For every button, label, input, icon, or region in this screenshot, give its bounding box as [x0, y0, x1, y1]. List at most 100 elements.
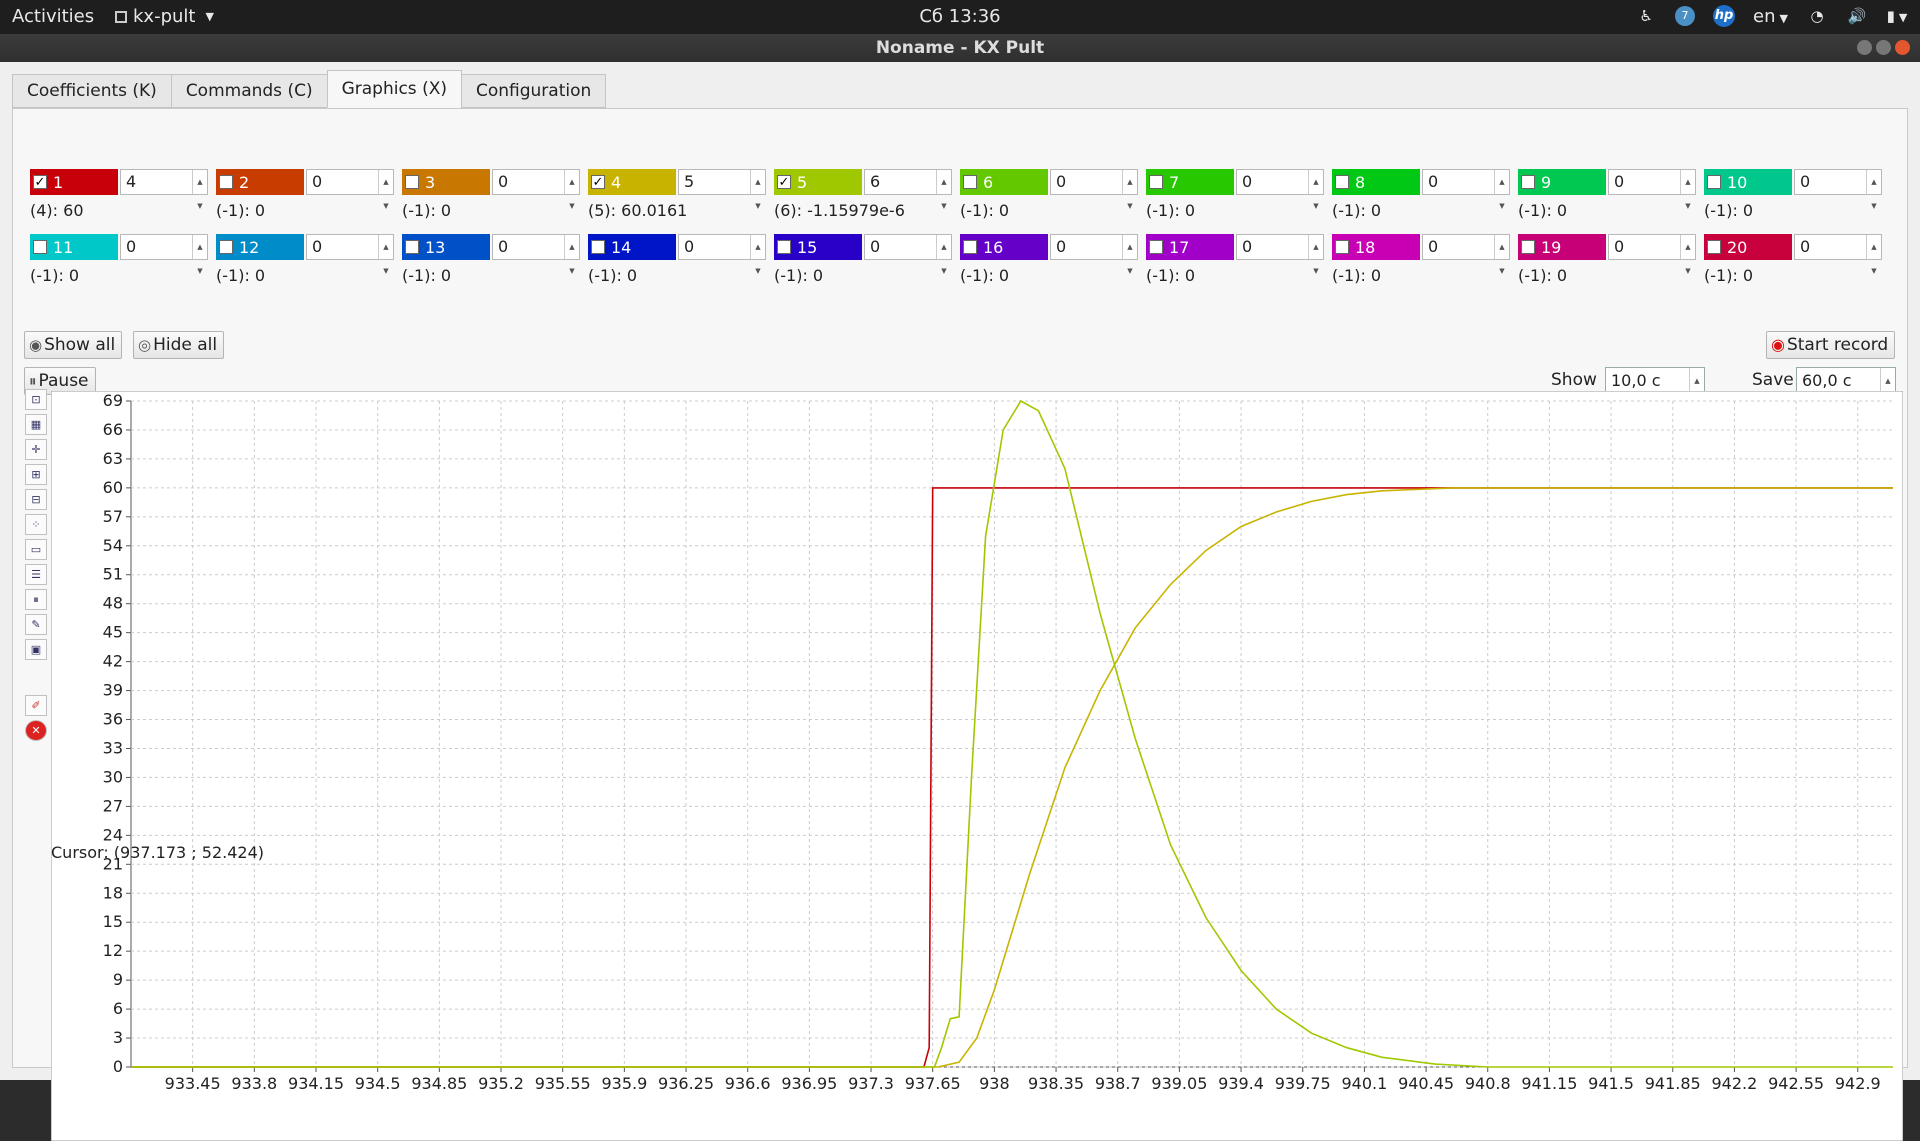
- channel-index-input[interactable]: 0 ▲ ▼: [1794, 234, 1882, 275]
- spin-arrows-icon[interactable]: ▲▼: [1680, 235, 1695, 275]
- channel-toggle[interactable]: 8: [1332, 169, 1420, 195]
- channel-checkbox[interactable]: [1707, 240, 1721, 254]
- channel-index-input[interactable]: 0 ▲ ▼: [1794, 169, 1882, 210]
- channel-index-input[interactable]: 0 ▲ ▼: [492, 234, 580, 275]
- spin-arrows-icon[interactable]: ▲▼: [1494, 170, 1509, 210]
- channel-index-input[interactable]: 0 ▲ ▼: [1050, 169, 1138, 210]
- maximize-button[interactable]: [1876, 40, 1891, 55]
- spin-arrows-icon[interactable]: ▲▼: [1494, 235, 1509, 275]
- tab-configuration[interactable]: Configuration: [460, 74, 607, 108]
- grid-icon[interactable]: ▦: [25, 414, 47, 435]
- channel-checkbox[interactable]: [405, 175, 419, 189]
- spin-arrows-icon[interactable]: ▲▼: [192, 235, 207, 275]
- channel-toggle[interactable]: 14: [588, 234, 676, 260]
- channel-toggle[interactable]: ✓ 4: [588, 169, 676, 195]
- spin-arrows-icon[interactable]: ▲▼: [750, 170, 765, 210]
- tab-coefficients[interactable]: Coefficients (K): [12, 74, 172, 108]
- channel-toggle[interactable]: 2: [216, 169, 304, 195]
- spin-arrows-icon[interactable]: ▲▼: [1866, 235, 1881, 275]
- notification-badge[interactable]: 7: [1675, 6, 1696, 26]
- channel-toggle[interactable]: 19: [1518, 234, 1606, 260]
- spin-arrows-icon[interactable]: ▲▼: [1122, 170, 1137, 210]
- start-record-button[interactable]: ◉ Start record: [1766, 331, 1896, 359]
- battery-icon[interactable]: ▮ ▼: [1886, 5, 1908, 27]
- channel-index-input[interactable]: 0 ▲ ▼: [1236, 234, 1324, 275]
- channel-toggle[interactable]: 16: [960, 234, 1048, 260]
- channel-toggle[interactable]: 10: [1704, 169, 1792, 195]
- channel-index-input[interactable]: 5 ▲ ▼: [678, 169, 766, 210]
- channel-toggle[interactable]: 18: [1332, 234, 1420, 260]
- channel-toggle[interactable]: ✓ 5: [774, 169, 862, 195]
- volume-icon[interactable]: 🔊: [1846, 5, 1868, 27]
- channel-toggle[interactable]: 13: [402, 234, 490, 260]
- channel-toggle[interactable]: 7: [1146, 169, 1234, 195]
- channel-toggle[interactable]: ✓ 1: [30, 169, 118, 195]
- close-button[interactable]: [1895, 40, 1910, 55]
- channel-index-input[interactable]: 0 ▲ ▼: [306, 169, 394, 210]
- spin-arrows-icon[interactable]: ▲▼: [564, 170, 579, 210]
- hp-icon[interactable]: hp: [1713, 5, 1736, 27]
- spin-arrows-icon[interactable]: ▲▼: [1308, 235, 1323, 275]
- channel-index-input[interactable]: 0 ▲ ▼: [1050, 234, 1138, 275]
- channel-checkbox[interactable]: [405, 240, 419, 254]
- wifi-icon[interactable]: ◔: [1806, 5, 1828, 27]
- channel-checkbox[interactable]: [963, 240, 977, 254]
- zoom-icon[interactable]: ⊡: [25, 389, 47, 410]
- spin-arrows-icon[interactable]: ▲▼: [1866, 170, 1881, 210]
- channel-checkbox[interactable]: [1335, 240, 1349, 254]
- spin-arrows-icon[interactable]: ▲▼: [936, 235, 951, 275]
- channel-checkbox[interactable]: [963, 175, 977, 189]
- channel-index-input[interactable]: 4 ▲ ▼: [120, 169, 208, 210]
- show-all-button[interactable]: ◉ Show all: [24, 331, 123, 359]
- channel-checkbox[interactable]: ✓: [33, 175, 47, 189]
- channel-index-input[interactable]: 0 ▲ ▼: [492, 169, 580, 210]
- spin-arrows-icon[interactable]: ▲▼: [1122, 235, 1137, 275]
- accessibility-icon[interactable]: ♿▼: [1635, 5, 1657, 46]
- channel-toggle[interactable]: 17: [1146, 234, 1234, 260]
- autoscale-icon[interactable]: ⊟: [25, 489, 47, 510]
- channel-checkbox[interactable]: [33, 240, 47, 254]
- spin-arrows-icon[interactable]: ▲▼: [564, 235, 579, 275]
- channel-index-input[interactable]: 0 ▲ ▼: [120, 234, 208, 275]
- spin-arrows-icon[interactable]: ▲▼: [378, 170, 393, 210]
- crosshair-icon[interactable]: ✛: [25, 439, 47, 460]
- pause-plot-icon[interactable]: ⏸: [25, 589, 47, 610]
- minimize-button[interactable]: [1857, 40, 1872, 55]
- clear-icon[interactable]: ✐: [25, 695, 47, 716]
- channel-index-input[interactable]: 0 ▲ ▼: [306, 234, 394, 275]
- channel-toggle[interactable]: 15: [774, 234, 862, 260]
- spin-arrows-icon[interactable]: ▲▼: [936, 170, 951, 210]
- channel-index-input[interactable]: 0 ▲ ▼: [1422, 234, 1510, 275]
- channel-checkbox[interactable]: [1149, 175, 1163, 189]
- channel-checkbox[interactable]: [591, 240, 605, 254]
- clock[interactable]: Сб 13:36: [0, 6, 1920, 27]
- spin-arrows-icon[interactable]: ▲▼: [750, 235, 765, 275]
- channel-index-input[interactable]: 0 ▲ ▼: [678, 234, 766, 275]
- tab-commands[interactable]: Commands (C): [170, 74, 328, 108]
- spin-arrows-icon[interactable]: ▲▼: [192, 170, 207, 210]
- channel-checkbox[interactable]: ✓: [591, 175, 605, 189]
- channel-checkbox[interactable]: [777, 240, 791, 254]
- spin-arrows-icon[interactable]: ▲▼: [1308, 170, 1323, 210]
- channel-index-input[interactable]: 0 ▲ ▼: [864, 234, 952, 275]
- channel-toggle[interactable]: 11: [30, 234, 118, 260]
- settings-icon[interactable]: ✎: [25, 614, 47, 635]
- channel-toggle[interactable]: 20: [1704, 234, 1792, 260]
- close-plot-icon[interactable]: ✕: [25, 720, 47, 741]
- spin-arrows-icon[interactable]: ▲▼: [1680, 170, 1695, 210]
- plot-area[interactable]: 0369121518212427303336394245485154576063…: [51, 391, 1903, 1141]
- channel-toggle[interactable]: 9: [1518, 169, 1606, 195]
- channel-checkbox[interactable]: [219, 175, 233, 189]
- channel-checkbox[interactable]: [1335, 175, 1349, 189]
- save-icon[interactable]: ▣: [25, 639, 47, 660]
- channel-index-input[interactable]: 0 ▲ ▼: [1608, 169, 1696, 210]
- legend-icon[interactable]: ☰: [25, 564, 47, 585]
- channel-toggle[interactable]: 12: [216, 234, 304, 260]
- channel-checkbox[interactable]: [219, 240, 233, 254]
- channel-index-input[interactable]: 0 ▲ ▼: [1422, 169, 1510, 210]
- channel-index-input[interactable]: 6 ▲ ▼: [864, 169, 952, 210]
- spin-arrows-icon[interactable]: ▲▼: [378, 235, 393, 275]
- channel-index-input[interactable]: 0 ▲ ▼: [1236, 169, 1324, 210]
- channel-checkbox[interactable]: [1149, 240, 1163, 254]
- channel-checkbox[interactable]: [1521, 175, 1535, 189]
